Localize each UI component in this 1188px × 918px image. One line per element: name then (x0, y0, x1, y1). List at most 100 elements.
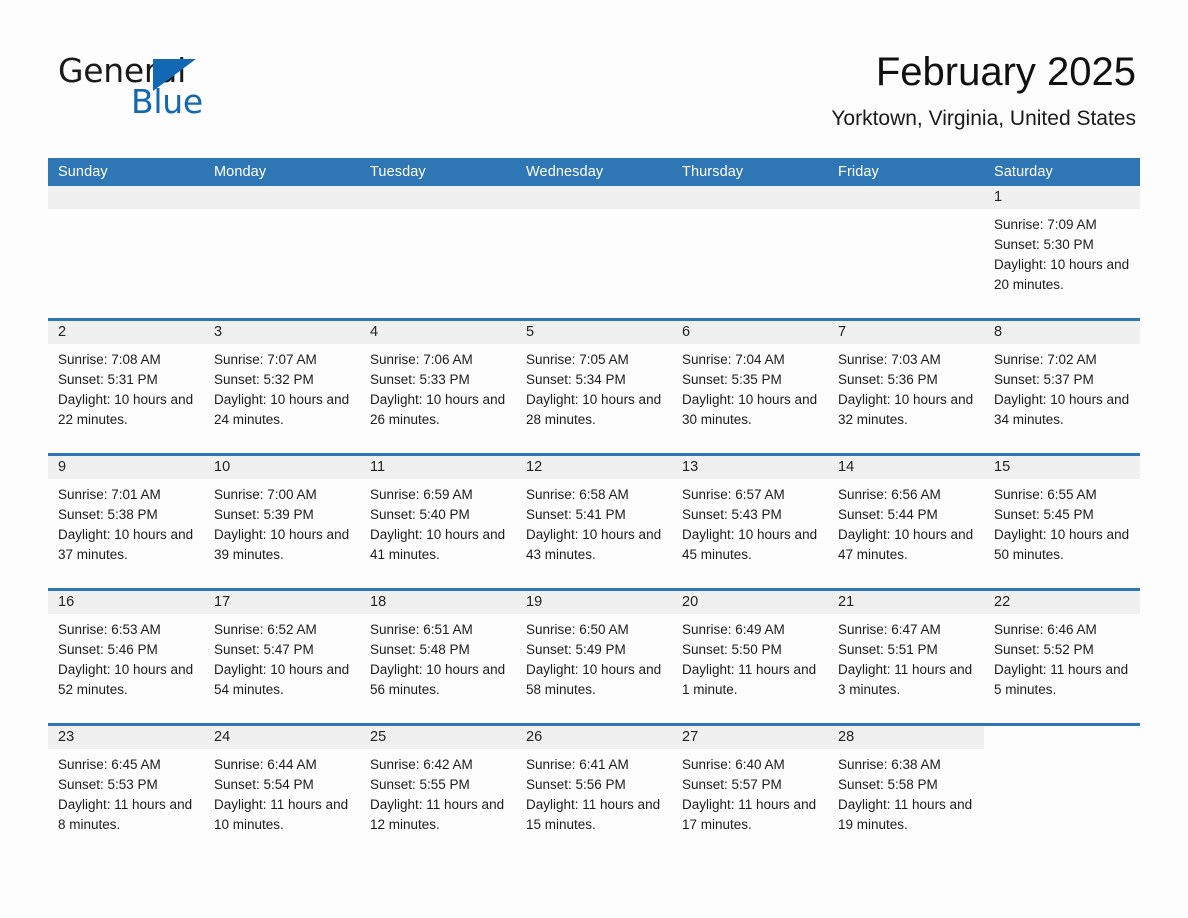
sunrise-text: Sunrise: 7:05 AM (526, 352, 629, 367)
daylight-text: Daylight: 10 hours and 24 minutes. (214, 392, 350, 427)
sunset-text: Sunset: 5:47 PM (214, 642, 314, 657)
sunrise-text: Sunrise: 7:07 AM (214, 352, 317, 367)
calendar-day-cell[interactable]: 12 Sunrise: 6:58 AM Sunset: 5:41 PM Dayligh… (516, 456, 672, 588)
calendar-day-cell[interactable]: 8 Sunrise: 7:02 AM Sunset: 5:37 PM Daylight… (984, 321, 1140, 453)
day-sun-info: Sunrise: 6:52 AM Sunset: 5:47 PM Daylight:… (204, 614, 360, 700)
calendar-day-cell[interactable]: 10 Sunrise: 7:00 AM Sunset: 5:39 PM Dayligh… (204, 456, 360, 588)
calendar-day-cell[interactable]: 11 Sunrise: 6:59 AM Sunset: 5:40 PM Dayligh… (360, 456, 516, 588)
calendar-day-cell[interactable]: 26 Sunrise: 6:41 AM Sunset: 5:56 PM Dayligh… (516, 726, 672, 852)
calendar-day-cell[interactable]: 28 Sunrise: 6:38 AM Sunset: 5:58 PM Dayligh… (828, 726, 984, 852)
calendar-day-cell[interactable]: 2 Sunrise: 7:08 AM Sunset: 5:31 PM Daylight… (48, 321, 204, 453)
day-number: 24 (204, 726, 360, 749)
day-sun-info: Sunrise: 6:57 AM Sunset: 5:43 PM Daylight:… (672, 479, 828, 565)
calendar-day-cell[interactable]: 20 Sunrise: 6:49 AM Sunset: 5:50 PM Dayligh… (672, 591, 828, 723)
day-sun-info: Sunrise: 7:05 AM Sunset: 5:34 PM Daylight:… (516, 344, 672, 430)
sunset-text: Sunset: 5:41 PM (526, 507, 626, 522)
sunset-text: Sunset: 5:49 PM (526, 642, 626, 657)
calendar-weeks: 1 Sunrise: 7:09 AM Sunset: 5:30 PM Daylight… (48, 186, 1140, 852)
page-header: General Blue February 2025 Yorktown, Vir… (0, 0, 1188, 130)
sunset-text: Sunset: 5:57 PM (682, 777, 782, 792)
day-number: 22 (984, 591, 1140, 614)
day-number (828, 186, 984, 209)
day-sun-info: Sunrise: 6:49 AM Sunset: 5:50 PM Daylight:… (672, 614, 828, 700)
daylight-text: Daylight: 10 hours and 26 minutes. (370, 392, 506, 427)
calendar-day-cell[interactable]: 22 Sunrise: 6:46 AM Sunset: 5:52 PM Dayligh… (984, 591, 1140, 723)
day-number: 14 (828, 456, 984, 479)
calendar-day-cell[interactable]: 24 Sunrise: 6:44 AM Sunset: 5:54 PM Dayligh… (204, 726, 360, 852)
day-sun-info: Sunrise: 6:42 AM Sunset: 5:55 PM Daylight:… (360, 749, 516, 835)
sunset-text: Sunset: 5:35 PM (682, 372, 782, 387)
calendar-day-cell[interactable]: 17 Sunrise: 6:52 AM Sunset: 5:47 PM Dayligh… (204, 591, 360, 723)
weekday-header-thursday: Thursday (682, 164, 744, 180)
day-number: 20 (672, 591, 828, 614)
calendar-day-cell[interactable]: 1 Sunrise: 7:09 AM Sunset: 5:30 PM Daylight… (984, 186, 1140, 318)
calendar-day-cell[interactable]: 15 Sunrise: 6:55 AM Sunset: 5:45 PM Dayligh… (984, 456, 1140, 588)
calendar-day-cell[interactable]: 5 Sunrise: 7:05 AM Sunset: 5:34 PM Daylight… (516, 321, 672, 453)
day-number: 28 (828, 726, 984, 749)
calendar-day-cell[interactable]: 4 Sunrise: 7:06 AM Sunset: 5:33 PM Daylight… (360, 321, 516, 453)
daylight-text: Daylight: 10 hours and 34 minutes. (994, 392, 1130, 427)
daylight-text: Daylight: 10 hours and 22 minutes. (58, 392, 194, 427)
sunrise-text: Sunrise: 6:47 AM (838, 622, 941, 637)
daylight-text: Daylight: 10 hours and 41 minutes. (370, 527, 506, 562)
general-blue-logo[interactable]: General Blue (58, 52, 238, 122)
day-number: 9 (48, 456, 204, 479)
calendar-day-cell[interactable]: 16 Sunrise: 6:53 AM Sunset: 5:46 PM Dayligh… (48, 591, 204, 723)
day-sun-info: Sunrise: 7:02 AM Sunset: 5:37 PM Daylight:… (984, 344, 1140, 430)
calendar-day-cell[interactable]: 25 Sunrise: 6:42 AM Sunset: 5:55 PM Dayligh… (360, 726, 516, 852)
daylight-text: Daylight: 10 hours and 52 minutes. (58, 662, 194, 697)
daylight-text: Daylight: 10 hours and 58 minutes. (526, 662, 662, 697)
calendar-day-cell[interactable]: 18 Sunrise: 6:51 AM Sunset: 5:48 PM Dayligh… (360, 591, 516, 723)
sunset-text: Sunset: 5:31 PM (58, 372, 158, 387)
sunset-text: Sunset: 5:55 PM (370, 777, 470, 792)
sunrise-text: Sunrise: 6:42 AM (370, 757, 473, 772)
sunrise-text: Sunrise: 6:45 AM (58, 757, 161, 772)
weekday-header-friday: Friday (838, 164, 879, 180)
title-block: February 2025 Yorktown, Virginia, United… (831, 46, 1136, 134)
calendar-empty-cell (672, 186, 828, 318)
sunset-text: Sunset: 5:30 PM (994, 237, 1094, 252)
calendar-week-row: 2 Sunrise: 7:08 AM Sunset: 5:31 PM Daylight… (48, 318, 1140, 453)
day-number: 17 (204, 591, 360, 614)
sunset-text: Sunset: 5:58 PM (838, 777, 938, 792)
sunset-text: Sunset: 5:56 PM (526, 777, 626, 792)
day-number: 11 (360, 456, 516, 479)
calendar-day-cell[interactable]: 9 Sunrise: 7:01 AM Sunset: 5:38 PM Daylight… (48, 456, 204, 588)
daylight-text: Daylight: 10 hours and 37 minutes. (58, 527, 194, 562)
sunset-text: Sunset: 5:34 PM (526, 372, 626, 387)
calendar-day-cell[interactable]: 6 Sunrise: 7:04 AM Sunset: 5:35 PM Daylight… (672, 321, 828, 453)
day-number: 2 (48, 321, 204, 344)
day-sun-info: Sunrise: 6:47 AM Sunset: 5:51 PM Daylight:… (828, 614, 984, 700)
calendar-day-cell[interactable]: 21 Sunrise: 6:47 AM Sunset: 5:51 PM Dayligh… (828, 591, 984, 723)
weekday-header-tuesday: Tuesday (370, 164, 426, 180)
weekday-header-wednesday: Wednesday (526, 164, 604, 180)
day-number: 18 (360, 591, 516, 614)
day-sun-info: Sunrise: 7:00 AM Sunset: 5:39 PM Daylight:… (204, 479, 360, 565)
sunset-text: Sunset: 5:39 PM (214, 507, 314, 522)
calendar-day-cell[interactable]: 27 Sunrise: 6:40 AM Sunset: 5:57 PM Dayligh… (672, 726, 828, 852)
day-number: 10 (204, 456, 360, 479)
calendar-day-cell[interactable]: 23 Sunrise: 6:45 AM Sunset: 5:53 PM Dayligh… (48, 726, 204, 852)
day-number: 7 (828, 321, 984, 344)
sunrise-text: Sunrise: 6:38 AM (838, 757, 941, 772)
daylight-text: Daylight: 11 hours and 10 minutes. (214, 797, 349, 832)
calendar-empty-cell (984, 726, 1140, 852)
calendar-day-cell[interactable]: 13 Sunrise: 6:57 AM Sunset: 5:43 PM Dayligh… (672, 456, 828, 588)
day-sun-info: Sunrise: 6:51 AM Sunset: 5:48 PM Daylight:… (360, 614, 516, 700)
daylight-text: Daylight: 10 hours and 47 minutes. (838, 527, 974, 562)
weekday-header-sunday: Sunday (58, 164, 108, 180)
sunrise-text: Sunrise: 6:50 AM (526, 622, 629, 637)
sunset-text: Sunset: 5:45 PM (994, 507, 1094, 522)
day-sun-info: Sunrise: 7:03 AM Sunset: 5:36 PM Daylight:… (828, 344, 984, 430)
sunset-text: Sunset: 5:51 PM (838, 642, 938, 657)
daylight-text: Daylight: 10 hours and 28 minutes. (526, 392, 662, 427)
calendar-week-row: 23 Sunrise: 6:45 AM Sunset: 5:53 PM Dayligh… (48, 723, 1140, 852)
calendar-day-cell[interactable]: 3 Sunrise: 7:07 AM Sunset: 5:32 PM Daylight… (204, 321, 360, 453)
calendar-day-cell[interactable]: 14 Sunrise: 6:56 AM Sunset: 5:44 PM Dayligh… (828, 456, 984, 588)
day-number: 27 (672, 726, 828, 749)
sunrise-text: Sunrise: 6:44 AM (214, 757, 317, 772)
calendar-day-cell[interactable]: 19 Sunrise: 6:50 AM Sunset: 5:49 PM Dayligh… (516, 591, 672, 723)
calendar-day-cell[interactable]: 7 Sunrise: 7:03 AM Sunset: 5:36 PM Daylight… (828, 321, 984, 453)
sunset-text: Sunset: 5:43 PM (682, 507, 782, 522)
daylight-text: Daylight: 10 hours and 32 minutes. (838, 392, 974, 427)
